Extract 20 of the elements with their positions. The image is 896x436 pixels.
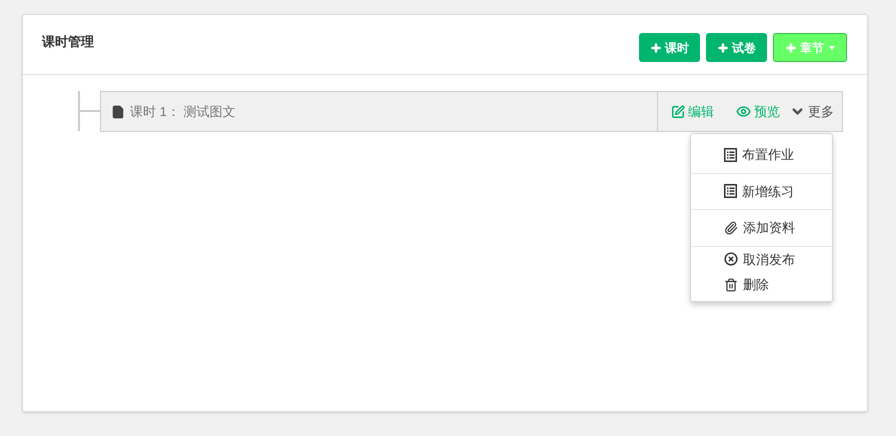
menu-item[interactable]: 添加资料 <box>691 218 832 238</box>
menu-item[interactable]: 新增练习 <box>691 182 832 201</box>
edit-icon <box>671 104 685 118</box>
list-icon <box>724 148 737 162</box>
plus-icon <box>717 42 729 54</box>
paperclip-icon <box>724 220 738 235</box>
trash-icon <box>724 278 738 292</box>
menu-item[interactable]: 取消发布 <box>691 250 832 269</box>
cancel-icon <box>724 252 738 266</box>
panel-title: 课时管理 <box>42 32 94 51</box>
plus-icon <box>650 42 662 54</box>
eye-icon <box>736 104 751 119</box>
plus-icon <box>785 42 797 54</box>
menu-item[interactable]: 布置作业 <box>691 145 832 164</box>
caret-icon <box>829 46 835 50</box>
list-icon <box>724 184 737 198</box>
file-icon <box>111 104 125 118</box>
menu-item[interactable]: 删除 <box>691 275 832 294</box>
lesson-title: 课时 1： 测试图文 <box>130 102 236 121</box>
more-link[interactable]: 更多 <box>790 102 834 122</box>
